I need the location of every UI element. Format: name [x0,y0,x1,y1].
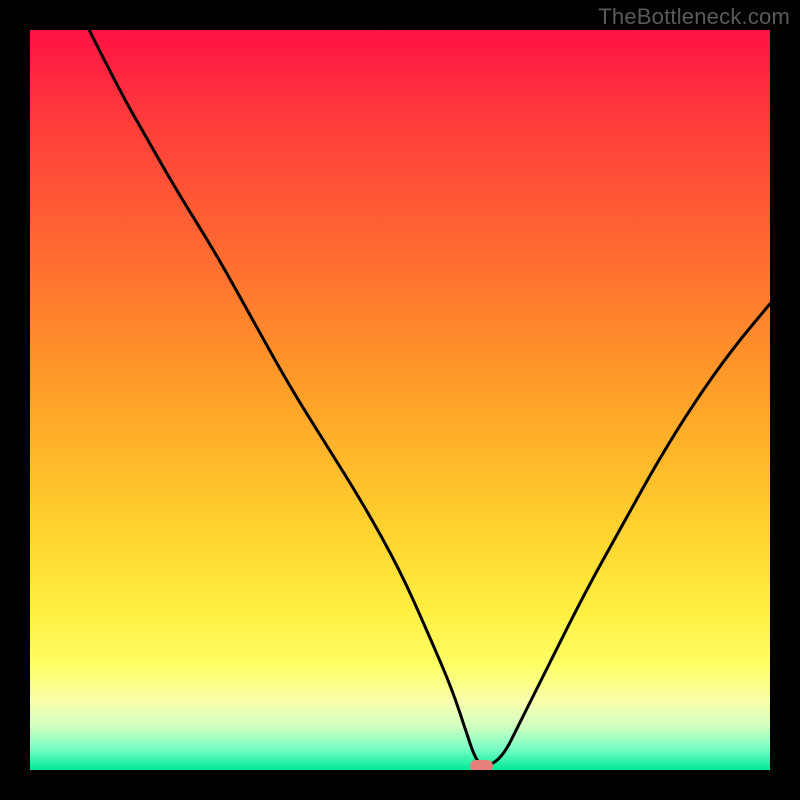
bottleneck-curve [30,30,770,770]
optimal-point-marker [470,760,494,770]
chart-frame: TheBottleneck.com [0,0,800,800]
plot-area [30,30,770,770]
watermark-text: TheBottleneck.com [598,4,790,30]
